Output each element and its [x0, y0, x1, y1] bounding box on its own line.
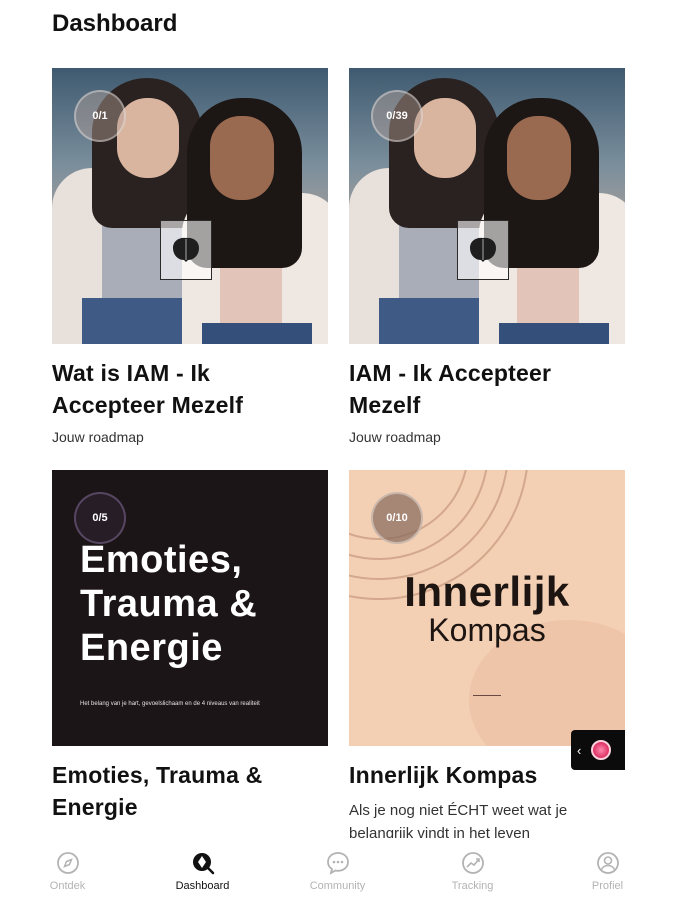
progress-indicator: 0/10 [371, 492, 423, 544]
brain-logo-icon [457, 220, 509, 280]
nav-item-dashboard[interactable]: Dashboard [135, 838, 270, 900]
course-card-iam[interactable]: 0/39 IAM - Ik Accepteer Mezelf Jouw road… [349, 68, 625, 447]
page-title: Dashboard [52, 10, 178, 37]
person-left-face [117, 98, 179, 178]
bottom-navigation: Ontdek Dashboard Community Tracking Prof… [0, 838, 675, 900]
course-thumbnail[interactable]: Innerlijk Kompas 0/10 [349, 470, 625, 746]
headline-line-3: Energie [80, 627, 223, 669]
course-thumbnail[interactable]: 0/39 [349, 68, 625, 344]
kompas-subheadline: Kompas [428, 612, 546, 648]
nav-label: Dashboard [175, 880, 230, 892]
nav-item-profiel[interactable]: Profiel [540, 838, 675, 900]
floating-widget-tab[interactable]: ‹ [571, 730, 625, 770]
course-thumbnail[interactable]: 0/1 [52, 68, 328, 344]
widget-badge-icon[interactable] [591, 740, 612, 760]
nav-item-tracking[interactable]: Tracking [405, 838, 540, 900]
nav-item-ontdek[interactable]: Ontdek [0, 838, 135, 900]
card-subtitle: Jouw roadmap [52, 429, 144, 445]
decorative-line [473, 695, 501, 696]
headline-line-2: Trauma & [80, 583, 258, 625]
emoties-caption: Het belang van je hart, gevoelslichaam e… [80, 701, 260, 707]
course-card-emoties[interactable]: Emoties, Trauma & Energie Het belang van… [52, 470, 328, 823]
card-title: Wat is IAM - Ik Accepteer Mezelf [52, 360, 244, 418]
progress-indicator: 0/39 [371, 90, 423, 142]
nav-label: Tracking [451, 880, 494, 892]
dashboard-search-icon [192, 853, 214, 875]
course-card-wat-is-iam[interactable]: 0/1 Wat is IAM - Ik Accepteer Mezelf Jou… [52, 68, 328, 447]
card-title: IAM - Ik Accepteer Mezelf [349, 360, 552, 418]
person-right-face [210, 116, 274, 200]
headline-line-1: Emoties, [80, 539, 243, 581]
course-thumbnail[interactable]: Emoties, Trauma & Energie Het belang van… [52, 470, 328, 746]
chat-bubble-icon [326, 852, 349, 875]
chevron-left-icon[interactable]: ‹ [577, 743, 581, 758]
progress-indicator: 0/5 [74, 492, 126, 544]
person-right-jeans [202, 323, 312, 344]
nav-label: Ontdek [49, 880, 86, 892]
brain-logo-icon [160, 220, 212, 280]
person-left-face [414, 98, 476, 178]
compass-icon [56, 852, 79, 874]
emoties-headline: Emoties, Trauma & Energie [80, 538, 257, 670]
progress-indicator: 0/1 [74, 90, 126, 142]
person-right-face [507, 116, 571, 200]
chart-trend-icon [461, 852, 484, 874]
person-right-jeans [499, 323, 609, 344]
card-title: Emoties, Trauma & Energie [52, 762, 263, 820]
nav-item-community[interactable]: Community [270, 838, 405, 900]
card-subtitle: Jouw roadmap [349, 429, 441, 445]
course-card-innerlijk-kompas[interactable]: Innerlijk Kompas 0/10 Innerlijk Kompas A… [349, 470, 625, 845]
user-icon [596, 852, 619, 874]
nav-label: Community [309, 880, 366, 892]
kompas-headline: Innerlijk [404, 568, 570, 615]
nav-label: Profiel [591, 880, 624, 892]
